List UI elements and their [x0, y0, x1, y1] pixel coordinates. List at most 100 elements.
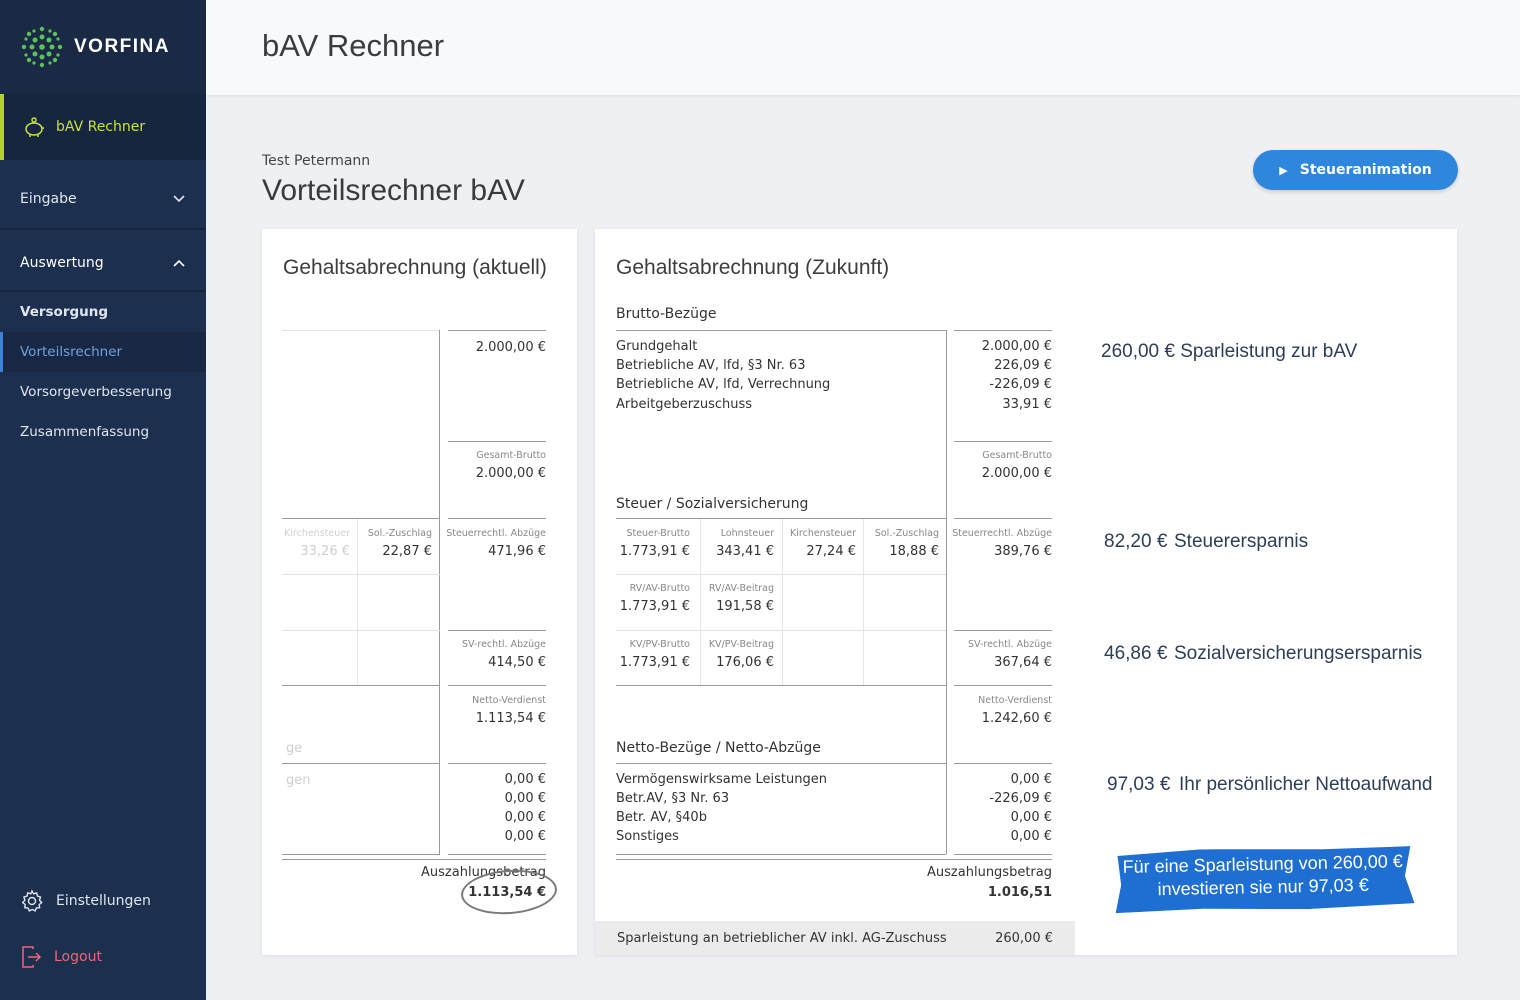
sidebar-item-versorgung[interactable]: Versorgung — [0, 292, 206, 332]
netto-value: 0,00 € — [1010, 829, 1052, 844]
sidebar-item-bav-rechner[interactable]: bAV Rechner — [0, 94, 206, 160]
sidebar: VORFINA bAV Rechner Eingabe Auswertung V… — [0, 0, 206, 1000]
steuerersparnis-label: Steuerersparnis — [1174, 531, 1309, 552]
current-faded-text: gen — [286, 773, 311, 788]
future-netto-label: Netto-Verdienst — [978, 695, 1052, 706]
logout-icon — [22, 946, 42, 968]
header-title: bAV Rechner — [262, 28, 445, 63]
rv-cell-value: 191,58 € — [716, 599, 774, 614]
sidebar-item-zusammenfassung[interactable]: Zusammenfassung — [0, 412, 206, 452]
current-kirchensteuer-label: Kirchensteuer — [284, 528, 350, 539]
current-brutto-value: 2.000,00 € — [475, 340, 546, 355]
chevron-down-icon — [173, 195, 185, 203]
sidebar-group-auswertung[interactable]: Auswertung — [0, 236, 206, 292]
banner-line: investieren sie nur 97,03 € — [1157, 874, 1369, 900]
kv-cell-label: KV/PV-Beitrag — [708, 639, 774, 650]
logo[interactable]: VORFINA — [0, 0, 206, 94]
future-steuer-abz-label: Steuerrechtl. Abzüge — [952, 528, 1052, 539]
netto-value: 0,00 € — [1010, 810, 1052, 825]
netto-value: -226,09 € — [989, 791, 1052, 806]
steuer-cell-value: 343,41 € — [716, 544, 774, 559]
steueranimation-button[interactable]: ▶ Steueranimation — [1253, 150, 1458, 190]
current-payslip-card: Gehaltsabrechnung (aktuell) 2.000,00 € G… — [262, 229, 577, 955]
logout-link[interactable]: Logout — [0, 932, 206, 982]
kv-cell-label: KV/PV-Brutto — [629, 639, 690, 650]
brutto-value: 2.000,00 € — [981, 339, 1052, 354]
current-steuer-abz-value: 471,96 € — [488, 544, 546, 559]
current-deduction-value: 0,00 € — [504, 810, 546, 825]
steuer-cell-label: Steuer-Brutto — [626, 528, 690, 539]
current-deduction-value: 0,00 € — [504, 791, 546, 806]
future-payslip-card: Gehaltsabrechnung (Zukunft) Brutto-Bezüg… — [595, 229, 1457, 955]
sparleistung-footer: Sparleistung an betrieblicher AV inkl. A… — [595, 921, 1075, 955]
sparleistung-summary: 260,00 € Sparleistung zur bAV — [1101, 341, 1358, 362]
logout-label: Logout — [54, 949, 102, 965]
settings-link[interactable]: Einstellungen — [0, 876, 206, 926]
steueranimation-label: Steueranimation — [1299, 162, 1432, 178]
current-faded-text: ge — [286, 741, 303, 756]
steuer-cell-label: Lohnsteuer — [720, 528, 774, 539]
brutto-item: Grundgehalt — [616, 339, 698, 354]
future-payout-label: Auszahlungsbetrag — [927, 865, 1052, 880]
sparleistung-footer-value: 260,00 € — [995, 930, 1053, 946]
current-netto-label: Netto-Verdienst — [472, 695, 546, 706]
play-icon: ▶ — [1279, 163, 1288, 177]
future-sv-abz-label: SV-rechtl. Abzüge — [967, 639, 1052, 650]
sv-ersparnis-value: 46,86 € — [1104, 643, 1168, 664]
page-title: Vorteilsrechner bAV — [262, 174, 525, 207]
customer-name: Test Petermann — [262, 153, 371, 169]
sidebar-group-label: Auswertung — [20, 255, 104, 271]
current-gesamt-brutto-value: 2.000,00 € — [475, 466, 546, 481]
future-steuer-abz-value: 389,76 € — [994, 544, 1052, 559]
nettoaufwand-value: 97,03 € — [1107, 774, 1171, 795]
gear-icon — [21, 889, 43, 912]
summary-banner: Für eine Sparleistung von 260,00 € inves… — [1111, 845, 1414, 913]
brutto-value: 33,91 € — [1002, 397, 1052, 412]
future-sv-abz-value: 367,64 € — [994, 655, 1052, 670]
brutto-item: Betriebliche AV, lfd, §3 Nr. 63 — [616, 358, 806, 373]
brutto-item: Betriebliche AV, lfd, Verrechnung — [616, 377, 831, 392]
current-card-title: Gehaltsabrechnung (aktuell) — [283, 256, 547, 279]
sidebar-group-eingabe[interactable]: Eingabe — [0, 170, 206, 230]
current-gesamt-brutto-label: Gesamt-Brutto — [476, 450, 546, 461]
current-deduction-value: 0,00 € — [504, 772, 546, 787]
brutto-item: Arbeitgeberzuschuss — [616, 397, 753, 412]
sv-ersparnis-label: Sozialversicherungsersparnis — [1174, 643, 1423, 664]
sidebar-group-label: Eingabe — [20, 191, 77, 207]
future-gesamt-brutto-label: Gesamt-Brutto — [982, 450, 1052, 461]
piggy-bank-icon — [25, 117, 44, 137]
netto-value: 0,00 € — [1010, 772, 1052, 787]
current-steuer-abz-label: Steuerrechtl. Abzüge — [446, 528, 546, 539]
netto-heading: Netto-Bezüge / Netto-Abzüge — [616, 740, 821, 756]
current-sv-abz-label: SV-rechtl. Abzüge — [461, 639, 546, 650]
netto-item: Sonstiges — [616, 829, 679, 844]
brutto-heading: Brutto-Bezüge — [616, 306, 717, 322]
current-sv-abz-value: 414,50 € — [488, 655, 546, 670]
sidebar-item-label: bAV Rechner — [56, 119, 146, 135]
netto-item: Betr.AV, §3 Nr. 63 — [616, 791, 730, 806]
settings-label: Einstellungen — [56, 893, 151, 909]
future-netto-value: 1.242,60 € — [981, 711, 1052, 726]
rv-cell-label: RV/AV-Beitrag — [708, 583, 774, 594]
sidebar-item-vorsorgeverbesserung[interactable]: Vorsorgeverbesserung — [0, 372, 206, 412]
top-header: bAV Rechner — [206, 0, 1520, 95]
steuer-heading: Steuer / Sozialversicherung — [616, 496, 809, 512]
steuer-cell-label: Sol.-Zuschlag — [874, 528, 939, 539]
sparleistung-footer-label: Sparleistung an betrieblicher AV inkl. A… — [617, 930, 947, 946]
kv-cell-value: 176,06 € — [716, 655, 774, 670]
current-deduction-value: 0,00 € — [504, 829, 546, 844]
chevron-up-icon — [173, 259, 185, 267]
nettoaufwand-label: Ihr persönlicher Nettoaufwand — [1179, 774, 1433, 795]
steuerersparnis-value: 82,20 € — [1104, 531, 1168, 552]
rv-cell-label: RV/AV-Brutto — [629, 583, 690, 594]
brutto-value: -226,09 € — [989, 377, 1052, 392]
sidebar-item-vorteilsrechner[interactable]: Vorteilsrechner — [0, 332, 206, 372]
vorfina-logo-icon — [21, 26, 63, 68]
netto-item: Betr. AV, §40b — [616, 810, 707, 825]
brutto-value: 226,09 € — [994, 358, 1052, 373]
current-soli-label: Sol.-Zuschlag — [367, 528, 432, 539]
future-card-title: Gehaltsabrechnung (Zukunft) — [616, 256, 890, 279]
netto-item: Vermögenswirksame Leistungen — [616, 772, 827, 787]
steuer-cell-value: 1.773,91 € — [619, 544, 690, 559]
future-payout-value: 1.016,51 — [987, 885, 1052, 900]
